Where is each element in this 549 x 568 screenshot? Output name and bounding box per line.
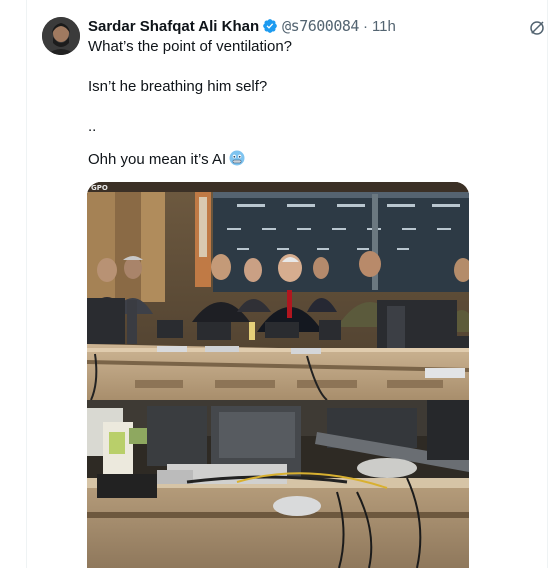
author-avatar[interactable] [42,17,80,55]
timeline-right-border [547,0,548,568]
author-handle[interactable]: @s7600084 [282,17,359,35]
header-separator: · [362,17,368,35]
tweet-header: Sardar Shafqat Ali Khan @s7600084 · 11h [88,16,396,36]
cold-face-emoji-icon [229,150,245,166]
tweet-media-image[interactable]: GPO [87,182,469,568]
verified-badge-icon [263,19,277,33]
tweet-timestamp[interactable]: 11h [372,18,396,35]
media-watermark: GPO [91,184,108,192]
tweet-text-line-1: What’s the point of ventilation? [88,38,293,55]
tweet-text-line-3: .. [88,118,97,135]
tweet-text-line-4-label: Ohh you mean it’s AI [88,151,227,168]
tweet-text-line-2: Isn’t he breathing him self? [88,78,268,95]
grok-icon[interactable] [528,19,546,37]
author-name[interactable]: Sardar Shafqat Ali Khan [88,18,259,35]
tweet-text-line-4: Ohh you mean it’s AI [88,150,245,170]
timeline-left-border [26,0,27,568]
media-situation-room-scene [87,182,469,568]
